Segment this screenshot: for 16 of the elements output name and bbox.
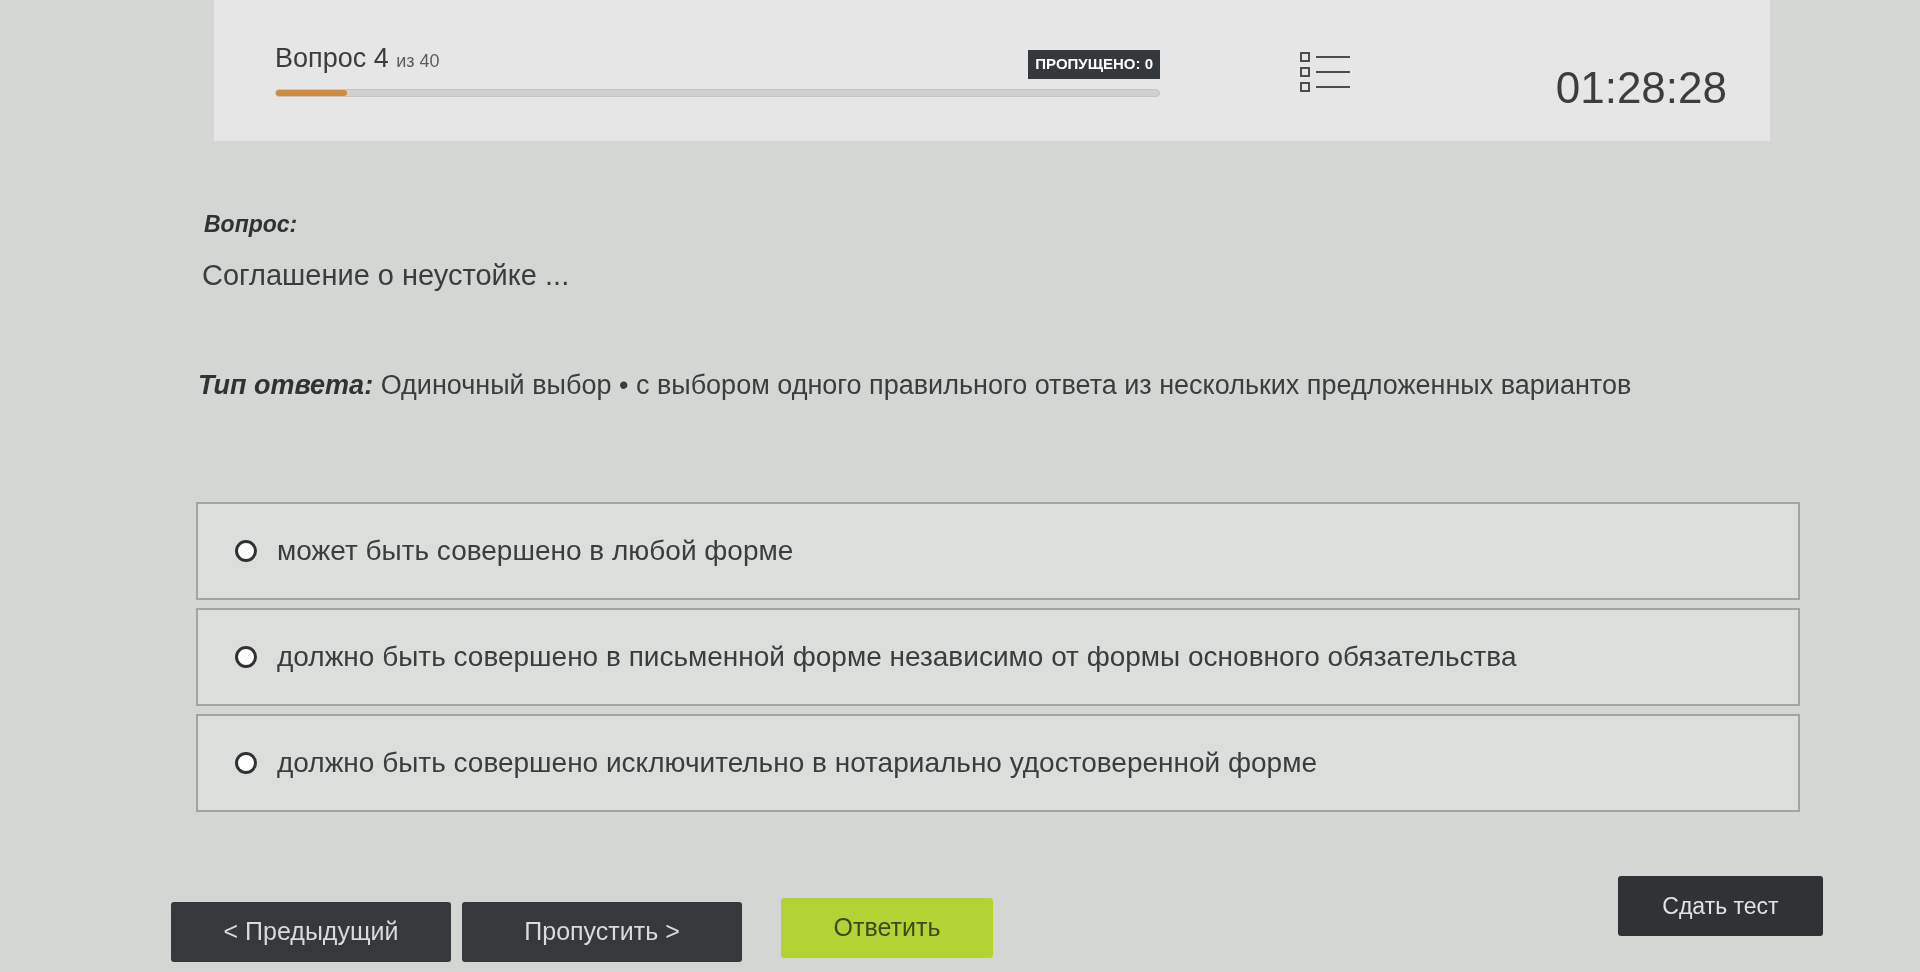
- submit-test-button[interactable]: Сдать тест: [1618, 876, 1823, 936]
- answer-option[interactable]: должно быть совершено исключительно в нотариально удостоверенной форме: [196, 713, 1800, 812]
- question-text: Соглашение о неустойке ...: [202, 257, 570, 293]
- question-label: Вопрос:: [204, 210, 298, 239]
- nav-button[interactable]: Пропустить >: [462, 902, 742, 962]
- answer-type-text: Тип ответа: Одиночный выбор • с выбором одного правильного ответа из нескольких предложенных вариантов: [198, 369, 1632, 402]
- nav-button[interactable]: < Предыдущий: [171, 902, 451, 962]
- answer-option[interactable]: может быть совершено в любой форме: [196, 501, 1800, 600]
- answer-button[interactable]: Ответить: [781, 898, 993, 958]
- radio-button[interactable]: [235, 645, 257, 668]
- radio-button[interactable]: [235, 539, 257, 562]
- question-number: Вопрос 4 из 40: [275, 42, 440, 75]
- timer: 01:28:28: [1555, 66, 1727, 110]
- radio-button[interactable]: [235, 751, 257, 774]
- skipped-badge: ПРОПУЩЕНО: 0: [1028, 49, 1160, 79]
- answer-option[interactable]: должно быть совершено в письменной форме независимо от формы основного обязательства: [196, 607, 1800, 706]
